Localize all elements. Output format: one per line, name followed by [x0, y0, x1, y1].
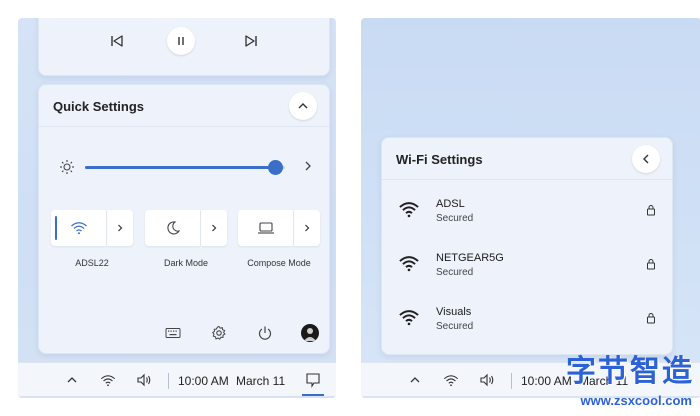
- quick-settings-card: Quick Settings ADSL22 Dark Mode Compose …: [38, 84, 330, 354]
- collapse-button[interactable]: [289, 92, 317, 120]
- wifi-settings-card: Wi-Fi Settings ADSL Secured NETGEAR5G Se…: [381, 137, 673, 355]
- wifi-icon: [399, 202, 419, 218]
- lock-icon: [647, 205, 655, 216]
- wifi-icon: [100, 374, 116, 386]
- clock-date[interactable]: March 11: [579, 374, 628, 388]
- network-button[interactable]: [442, 371, 460, 389]
- wifi-settings-title: Wi-Fi Settings: [396, 152, 483, 167]
- chevron-right-icon: [118, 224, 123, 232]
- quick-settings-pane: Quick Settings ADSL22 Dark Mode Compose …: [18, 18, 336, 398]
- dark-mode-more-button[interactable]: [201, 210, 227, 246]
- wifi-more-button[interactable]: [107, 210, 133, 246]
- notification-center-button[interactable]: [302, 369, 324, 391]
- wifi-icon: [399, 256, 419, 272]
- chevron-up-icon: [298, 103, 308, 109]
- pause-icon: [178, 37, 184, 45]
- compose-mode-more-button[interactable]: [294, 210, 320, 246]
- speaker-icon: [480, 373, 494, 387]
- pause-button[interactable]: [167, 27, 195, 55]
- network-name: Visuals: [436, 306, 472, 318]
- chevron-left-icon: [643, 154, 649, 164]
- wifi-icon: [399, 310, 419, 326]
- previous-icon: [111, 35, 123, 47]
- next-track-button[interactable]: [237, 27, 265, 55]
- speaker-icon: [137, 373, 151, 387]
- laptop-icon: [257, 222, 274, 234]
- gear-icon: [211, 325, 226, 340]
- avatar[interactable]: [301, 324, 319, 342]
- keyboard-icon: [165, 328, 181, 338]
- clock-time[interactable]: 10:00 AM: [178, 374, 229, 388]
- chevron-up-icon: [67, 377, 77, 383]
- tile-wifi: [51, 210, 133, 246]
- taskbar: 10:00 AM March 11: [18, 362, 336, 396]
- network-item-adsl[interactable]: ADSL Secured: [382, 184, 674, 238]
- network-status: Secured: [436, 321, 474, 332]
- clock-date[interactable]: March 11: [236, 374, 285, 388]
- user-avatar-icon: [304, 328, 316, 341]
- quick-settings-title: Quick Settings: [53, 99, 145, 114]
- previous-track-button[interactable]: [103, 27, 131, 55]
- compose-mode-toggle[interactable]: [238, 210, 293, 246]
- notification-active-indicator: [302, 394, 324, 396]
- quick-settings-header: Quick Settings: [39, 85, 329, 127]
- brightness-slider-fill: [85, 166, 275, 169]
- sun-icon: [60, 160, 74, 174]
- brightness-slider[interactable]: [85, 160, 285, 175]
- speech-bubble-icon: [306, 373, 320, 388]
- network-button[interactable]: [99, 371, 117, 389]
- power-button[interactable]: [255, 323, 275, 343]
- network-status: Secured: [436, 213, 474, 224]
- wifi-tile-label: ADSL22: [75, 258, 109, 268]
- dark-mode-tile-label: Dark Mode: [163, 258, 208, 268]
- chevron-up-icon: [410, 377, 420, 383]
- volume-button[interactable]: [478, 371, 496, 389]
- network-status: Secured: [436, 267, 474, 278]
- lock-icon: [647, 259, 655, 270]
- taskbar-divider: [168, 373, 169, 389]
- moon-icon: [166, 221, 180, 235]
- network-item-netgear5g[interactable]: NETGEAR5G Secured: [382, 238, 674, 292]
- settings-button[interactable]: [209, 323, 229, 343]
- next-icon: [245, 35, 257, 47]
- chevron-right-icon: [305, 224, 310, 232]
- show-hidden-icons-button[interactable]: [63, 371, 81, 389]
- brightness-slider-row: [59, 157, 315, 177]
- clock-time[interactable]: 10:00 AM: [521, 374, 572, 388]
- keyboard-button[interactable]: [163, 323, 183, 343]
- power-icon: [258, 326, 272, 340]
- network-item-visuals[interactable]: Visuals Secured: [382, 292, 674, 346]
- lock-icon: [647, 313, 655, 324]
- wifi-icon: [70, 222, 87, 235]
- taskbar: 10:00 AM March 11: [361, 362, 700, 396]
- tile-compose-mode: [238, 210, 320, 246]
- media-controls-card: [38, 18, 330, 76]
- wifi-settings-header: Wi-Fi Settings: [382, 138, 672, 180]
- chevron-right-icon[interactable]: [301, 159, 315, 173]
- chevron-right-icon: [212, 224, 217, 232]
- show-hidden-icons-button[interactable]: [406, 371, 424, 389]
- volume-button[interactable]: [135, 371, 153, 389]
- wifi-icon: [443, 374, 459, 386]
- network-name: ADSL: [436, 198, 465, 210]
- tile-dark-mode: [145, 210, 227, 246]
- wifi-settings-pane: Wi-Fi Settings ADSL Secured NETGEAR5G Se…: [361, 18, 700, 398]
- compose-mode-tile-label: Compose Mode: [247, 258, 311, 268]
- taskbar-divider: [511, 373, 512, 389]
- brightness-slider-thumb[interactable]: [268, 160, 283, 175]
- dark-mode-toggle[interactable]: [145, 210, 200, 246]
- back-button[interactable]: [632, 145, 660, 173]
- network-name: NETGEAR5G: [436, 252, 504, 264]
- wifi-toggle[interactable]: [51, 210, 106, 246]
